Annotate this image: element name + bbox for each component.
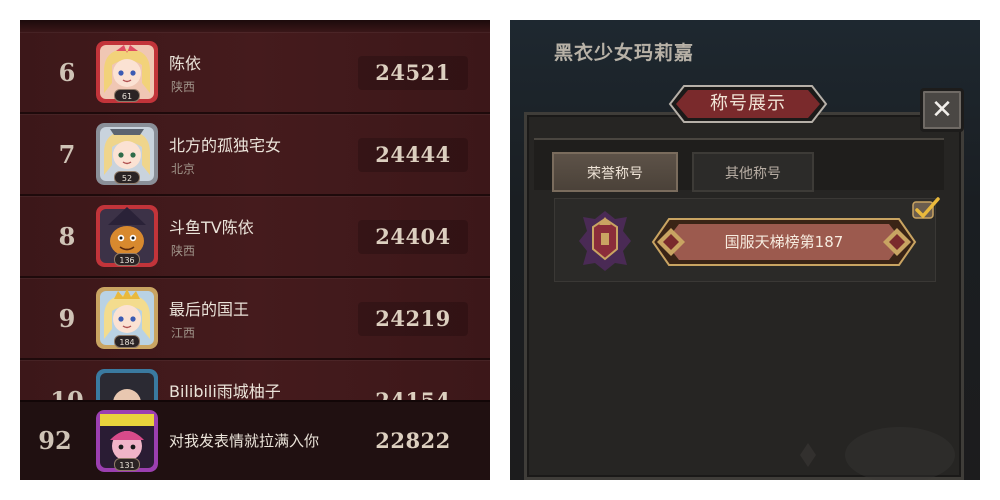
player-avatar[interactable]: 52 <box>96 123 158 185</box>
my-avatar[interactable]: 131 <box>96 410 158 472</box>
player-name: 北方的孤独宅女 <box>169 136 282 155</box>
my-player-name: 对我发表情就拉满入你 <box>169 432 320 450</box>
player-region: 北京 <box>171 162 196 176</box>
my-score: 22822 <box>375 428 451 453</box>
close-button[interactable]: ✕ <box>920 88 964 132</box>
title-item[interactable]: 国服天梯榜第187 <box>554 198 936 282</box>
character-name: 黑衣少女玛莉嘉 <box>554 42 695 64</box>
my-rank-row[interactable]: 92 131 对我发表情就拉满入你 22822 <box>20 400 490 480</box>
player-name: 陈依 <box>169 54 202 73</box>
tab-other-titles[interactable]: 其他称号 <box>692 152 814 192</box>
player-name: 斗鱼TV陈依 <box>169 218 254 237</box>
player-avatar[interactable]: 61 <box>96 41 158 103</box>
level-badge: 52 <box>114 171 140 184</box>
background-ornament <box>800 427 955 480</box>
rank-number: 6 <box>58 58 76 87</box>
player-region: 陕西 <box>171 80 196 94</box>
rank-number: 7 <box>58 140 76 169</box>
rank-emblem-icon <box>579 211 631 271</box>
rank-number: 9 <box>58 304 76 333</box>
player-region: 江西 <box>171 326 196 340</box>
player-score: 24444 <box>375 142 451 167</box>
player-avatar[interactable]: 184 <box>96 287 158 349</box>
player-avatar[interactable]: 136 <box>96 205 158 267</box>
player-score: 24219 <box>375 306 451 331</box>
level-badge: 184 <box>114 335 140 348</box>
player-score: 24404 <box>375 224 451 249</box>
leaderboard-row[interactable]: 9 184 最后的国王 江西 24219 <box>20 278 490 360</box>
equipped-check-icon <box>912 197 940 219</box>
title-name: 国服天梯榜第187 <box>724 233 844 251</box>
title-display-panel: 黑衣少女玛莉嘉 称号展示 ✕ 荣誉称号 其他称号 国服天梯榜第187 <box>510 20 980 480</box>
player-score: 24521 <box>375 60 451 85</box>
leaderboard-row[interactable]: 6 61 陈依 陕西 24521 <box>20 32 490 114</box>
dialog-title: 称号展示 <box>710 93 786 114</box>
player-name: Bilibili雨城柚子 <box>169 382 281 401</box>
leaderboard-panel: 6 61 陈依 陕西 24521 7 52 北方的孤独宅女 北京 24444 8… <box>20 20 490 480</box>
level-badge: 61 <box>114 89 140 102</box>
close-icon: ✕ <box>931 95 953 125</box>
player-region: 陕西 <box>171 244 196 258</box>
dialog-header-banner: 称号展示 <box>668 84 828 124</box>
tab-honor-titles[interactable]: 荣誉称号 <box>552 152 678 192</box>
level-badge: 136 <box>114 253 140 266</box>
player-name: 最后的国王 <box>169 300 250 319</box>
leaderboard-top-edge <box>20 20 490 32</box>
level-badge: 131 <box>114 458 140 471</box>
my-rank-number: 92 <box>38 426 72 455</box>
leaderboard-row[interactable]: 8 136 斗鱼TV陈依 陕西 24404 <box>20 196 490 278</box>
rank-number: 8 <box>58 222 76 251</box>
leaderboard-row[interactable]: 7 52 北方的孤独宅女 北京 24444 <box>20 114 490 196</box>
